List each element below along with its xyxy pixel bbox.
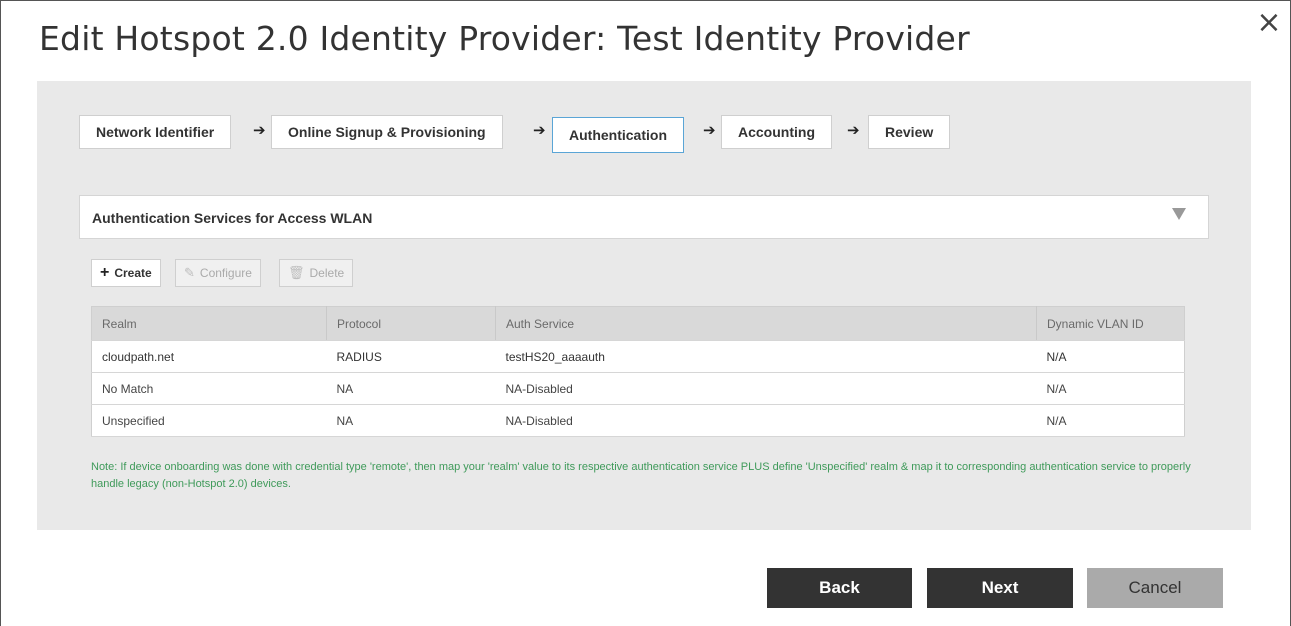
create-button[interactable]: + Create — [91, 259, 161, 287]
cell-dynamic-vlan-id: N/A — [1036, 372, 1185, 405]
pencil-icon: ✎ — [184, 265, 195, 280]
cell-protocol: RADIUS — [326, 340, 496, 373]
configure-label: Configure — [199, 266, 252, 280]
delete-label: Delete — [309, 266, 345, 280]
table-row[interactable]: No Match NA NA-Disabled N/A — [91, 372, 1185, 405]
step-authentication[interactable]: Authentication — [552, 117, 684, 153]
cell-protocol: NA — [326, 372, 496, 405]
column-header-dynamic-vlan-id[interactable]: Dynamic VLAN ID — [1036, 306, 1185, 341]
auth-services-section-header[interactable]: Authentication Services for Access WLAN — [79, 195, 1209, 239]
next-button[interactable]: Next — [927, 568, 1073, 608]
arrow-right-icon: ➔ — [703, 121, 716, 139]
cell-realm: Unspecified — [91, 404, 327, 437]
triangle-down-icon[interactable] — [1172, 208, 1186, 220]
cell-protocol: NA — [326, 404, 496, 437]
cell-auth-service: NA-Disabled — [495, 372, 1037, 405]
step-review[interactable]: Review — [868, 115, 951, 149]
step-online-signup[interactable]: Online Signup & Provisioning — [271, 115, 503, 149]
table-row[interactable]: Unspecified NA NA-Disabled N/A — [91, 404, 1185, 437]
cancel-button[interactable]: Cancel — [1087, 568, 1223, 608]
arrow-right-icon: ➔ — [847, 121, 860, 139]
create-label: Create — [114, 266, 152, 280]
back-button[interactable]: Back — [767, 568, 912, 608]
table-header-row: Realm Protocol Auth Service Dynamic VLAN… — [91, 306, 1185, 341]
section-title: Authentication Services for Access WLAN — [92, 210, 373, 226]
wizard-panel: Network Identifier ➔ Online Signup & Pro… — [37, 81, 1251, 530]
close-icon[interactable]: × — [1255, 8, 1283, 38]
trash-icon: 🗑 — [288, 265, 305, 280]
cell-realm: cloudpath.net — [91, 340, 327, 373]
delete-button[interactable]: 🗑 Delete — [279, 259, 354, 287]
edit-identity-provider-dialog: Edit Hotspot 2.0 Identity Provider: Test… — [0, 0, 1291, 626]
legacy-devices-note: Note: If device onboarding was done with… — [91, 461, 1191, 490]
arrow-right-icon: ➔ — [253, 121, 266, 139]
column-header-protocol[interactable]: Protocol — [326, 306, 496, 341]
cell-dynamic-vlan-id: N/A — [1036, 404, 1185, 437]
cell-dynamic-vlan-id: N/A — [1036, 340, 1185, 373]
cell-realm: No Match — [91, 372, 327, 405]
column-header-auth-service[interactable]: Auth Service — [495, 306, 1037, 341]
step-accounting[interactable]: Accounting — [721, 115, 832, 149]
dialog-title: Edit Hotspot 2.0 Identity Provider: Test… — [39, 19, 970, 58]
table-row[interactable]: cloudpath.net RADIUS testHS20_aaaauth N/… — [91, 340, 1185, 373]
column-header-realm[interactable]: Realm — [91, 306, 327, 341]
plus-icon: + — [100, 264, 110, 281]
cell-auth-service: NA-Disabled — [495, 404, 1037, 437]
auth-services-table: Realm Protocol Auth Service Dynamic VLAN… — [91, 306, 1185, 437]
step-network-identifier[interactable]: Network Identifier — [79, 115, 232, 149]
cell-auth-service: testHS20_aaaauth — [495, 340, 1037, 373]
configure-button[interactable]: ✎ Configure — [175, 259, 261, 287]
arrow-right-icon: ➔ — [533, 121, 546, 139]
